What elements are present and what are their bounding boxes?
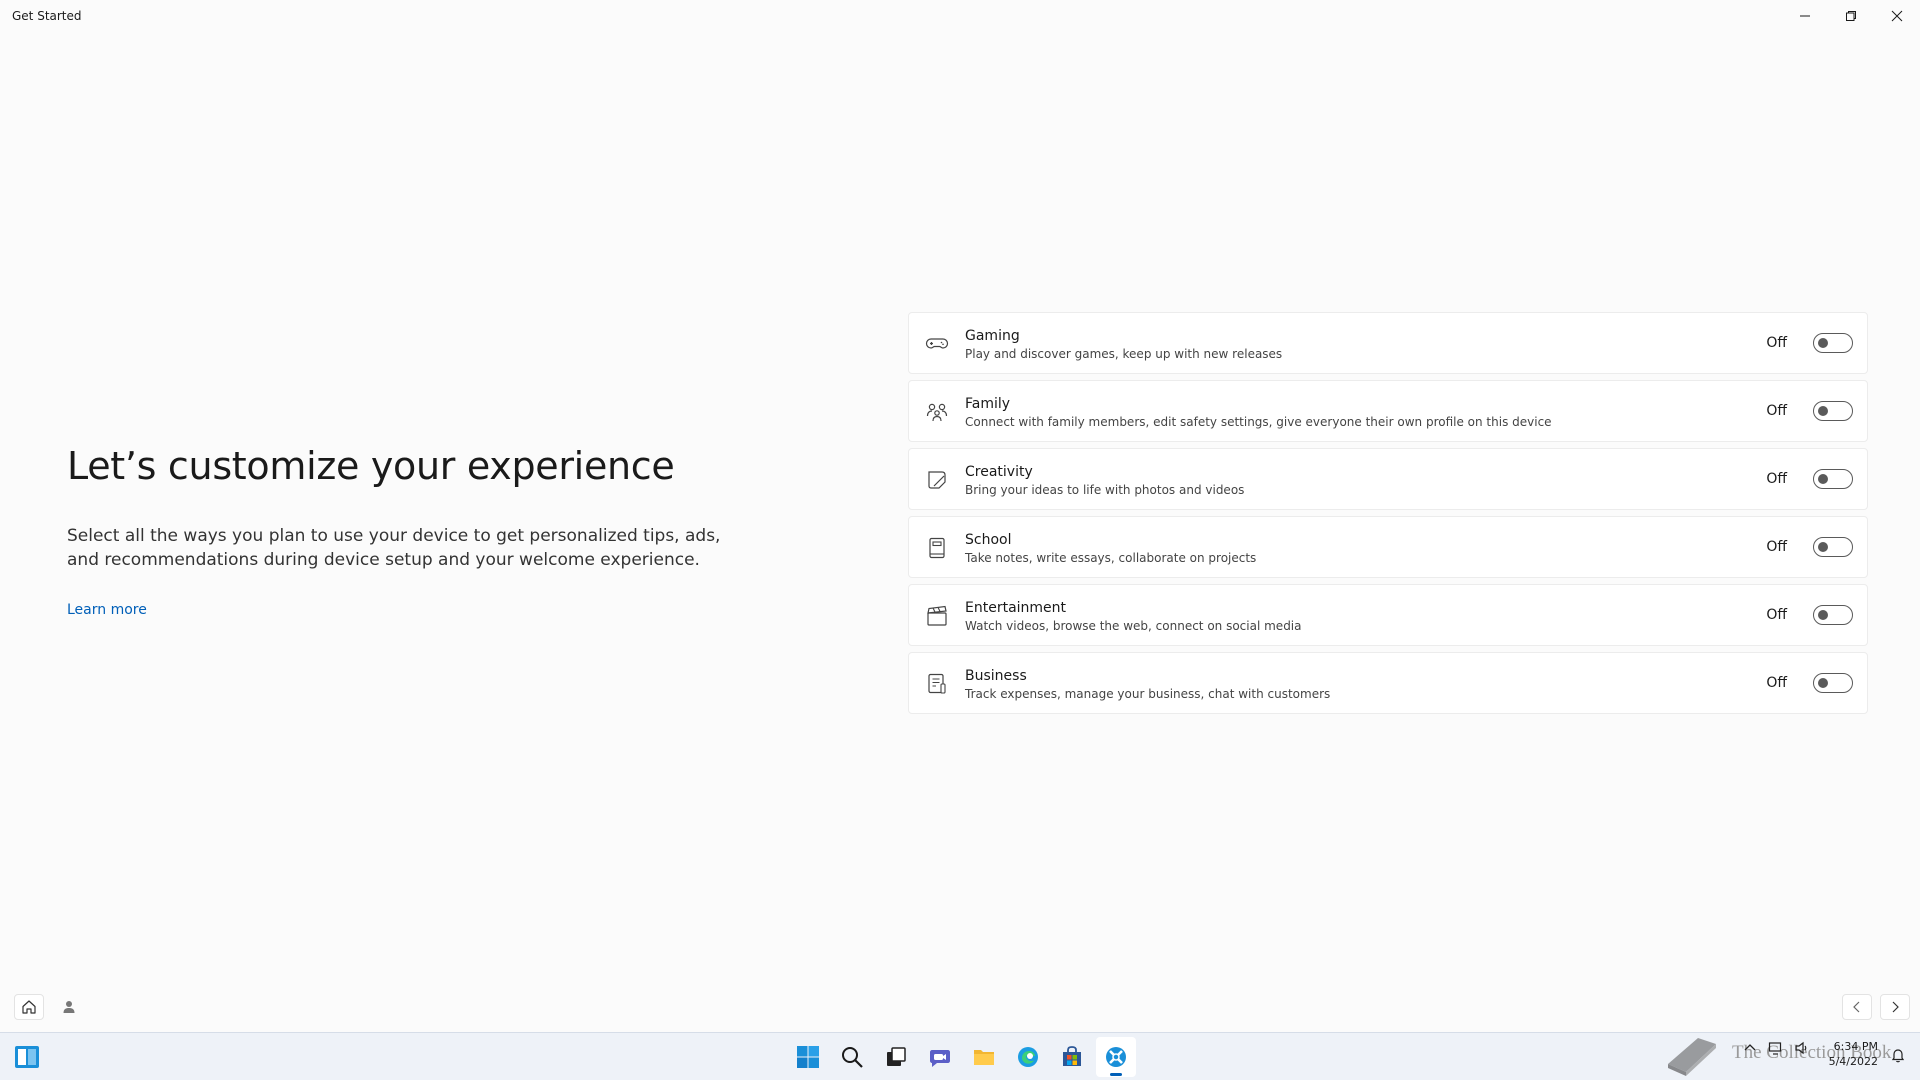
- task-view-icon: [887, 1047, 906, 1066]
- edge-icon: [1018, 1047, 1038, 1067]
- toggle-state-label: Off: [1766, 607, 1787, 623]
- book-logo: [1668, 1038, 1716, 1076]
- option-name: Family: [965, 396, 1011, 412]
- toggle-state-label: Off: [1766, 403, 1787, 419]
- toggle-state-label: Off: [1766, 471, 1787, 487]
- taskbar-apps: [788, 1037, 1136, 1077]
- option-description: Play and discover games, keep up with ne…: [965, 347, 1283, 361]
- option-description: Connect with family members, edit safety…: [965, 415, 1552, 429]
- option-card-business[interactable]: Business Track expenses, manage your bus…: [908, 652, 1868, 714]
- option-name: Business: [965, 668, 1027, 684]
- business-toggle[interactable]: [1813, 673, 1853, 693]
- toggle-knob: [1818, 542, 1828, 552]
- restore-button[interactable]: [1828, 0, 1874, 32]
- back-button[interactable]: [1842, 994, 1872, 1020]
- folder-icon: [974, 1050, 994, 1065]
- account-button[interactable]: [54, 994, 84, 1020]
- toggle-knob: [1818, 406, 1828, 416]
- option-card-gaming[interactable]: Gaming Play and discover games, keep up …: [908, 312, 1868, 374]
- option-description: Watch videos, browse the web, connect on…: [965, 619, 1302, 633]
- app-bottom-right-bar: [1842, 994, 1910, 1020]
- notification-bell-icon[interactable]: [1890, 1047, 1906, 1063]
- home-icon: [22, 1000, 36, 1014]
- toggle-state-label: Off: [1766, 335, 1787, 351]
- app-bottom-left-bar: [14, 994, 84, 1020]
- option-name: School: [965, 532, 1012, 548]
- home-button[interactable]: [14, 994, 44, 1020]
- clock-date: 5/4/2022: [1828, 1055, 1878, 1068]
- option-card-family[interactable]: Family Connect with family members, edit…: [908, 380, 1868, 442]
- next-button[interactable]: [1880, 994, 1910, 1020]
- minimize-icon: [1800, 15, 1810, 17]
- option-card-entertainment[interactable]: Entertainment Watch videos, browse the w…: [908, 584, 1868, 646]
- clock-time: 6:34 PM: [1833, 1040, 1878, 1053]
- chevron-left-icon: [1853, 1001, 1860, 1013]
- close-button[interactable]: [1874, 0, 1920, 32]
- store-button[interactable]: [1052, 1037, 1092, 1077]
- file-explorer-button[interactable]: [964, 1037, 1004, 1077]
- document-icon: [925, 673, 949, 695]
- toggle-knob: [1818, 610, 1828, 620]
- restore-icon: [1846, 11, 1856, 21]
- toggle-state-label: Off: [1766, 675, 1787, 691]
- windows-logo-icon: [797, 1046, 819, 1068]
- start-button[interactable]: [788, 1037, 828, 1077]
- learn-more-link[interactable]: Learn more: [67, 602, 147, 618]
- option-name: Creativity: [965, 464, 1033, 480]
- option-description: Bring your ideas to life with photos and…: [965, 483, 1245, 497]
- toggle-state-label: Off: [1766, 539, 1787, 555]
- gamepad-icon: [925, 333, 949, 355]
- page-title: Let’s customize your experience: [67, 444, 675, 488]
- edge-button[interactable]: [1008, 1037, 1048, 1077]
- option-description: Track expenses, manage your business, ch…: [965, 687, 1331, 701]
- toggle-knob: [1818, 678, 1828, 688]
- volume-icon[interactable]: [1794, 1040, 1810, 1056]
- toggle-knob: [1818, 474, 1828, 484]
- family-toggle[interactable]: [1813, 401, 1853, 421]
- page-description: Select all the ways you plan to use your…: [67, 526, 721, 570]
- window-title: Get Started: [12, 9, 82, 23]
- notebook-icon: [925, 537, 949, 559]
- entertainment-toggle[interactable]: [1813, 605, 1853, 625]
- family-icon: [925, 401, 949, 423]
- option-card-creativity[interactable]: Creativity Bring your ideas to life with…: [908, 448, 1868, 510]
- store-icon: [1063, 1046, 1081, 1066]
- chevron-right-icon: [1892, 1001, 1899, 1013]
- title-bar: Get Started: [0, 0, 1920, 32]
- chat-button[interactable]: [920, 1037, 960, 1077]
- task-view-button[interactable]: [876, 1037, 916, 1077]
- close-icon: [1891, 10, 1903, 22]
- person-icon: [63, 1001, 75, 1013]
- search-icon: [842, 1047, 863, 1068]
- search-button[interactable]: [832, 1037, 872, 1077]
- taskbar: [0, 1032, 1920, 1080]
- toggle-knob: [1818, 338, 1828, 348]
- school-toggle[interactable]: [1813, 537, 1853, 557]
- window-controls: [1782, 0, 1920, 32]
- chat-icon: [930, 1050, 950, 1067]
- option-name: Gaming: [965, 328, 1020, 344]
- creativity-toggle[interactable]: [1813, 469, 1853, 489]
- display-icon[interactable]: [1768, 1040, 1784, 1056]
- clock[interactable]: 6:34 PM 5/4/2022: [1829, 1039, 1878, 1069]
- get-started-icon: [1106, 1047, 1126, 1067]
- clapperboard-icon: [925, 605, 949, 627]
- option-name: Entertainment: [965, 600, 1067, 616]
- option-description: Take notes, write essays, collaborate on…: [965, 551, 1257, 565]
- widgets-icon[interactable]: [14, 1045, 40, 1069]
- gaming-toggle[interactable]: [1813, 333, 1853, 353]
- options-list: Gaming Play and discover games, keep up …: [908, 312, 1868, 714]
- minimize-button[interactable]: [1782, 0, 1828, 32]
- option-card-school[interactable]: School Take notes, write essays, collabo…: [908, 516, 1868, 578]
- system-tray: [1742, 1040, 1810, 1056]
- pen-icon: [925, 469, 949, 491]
- get-started-app-button[interactable]: [1096, 1037, 1136, 1077]
- chevron-up-icon[interactable]: [1742, 1040, 1758, 1056]
